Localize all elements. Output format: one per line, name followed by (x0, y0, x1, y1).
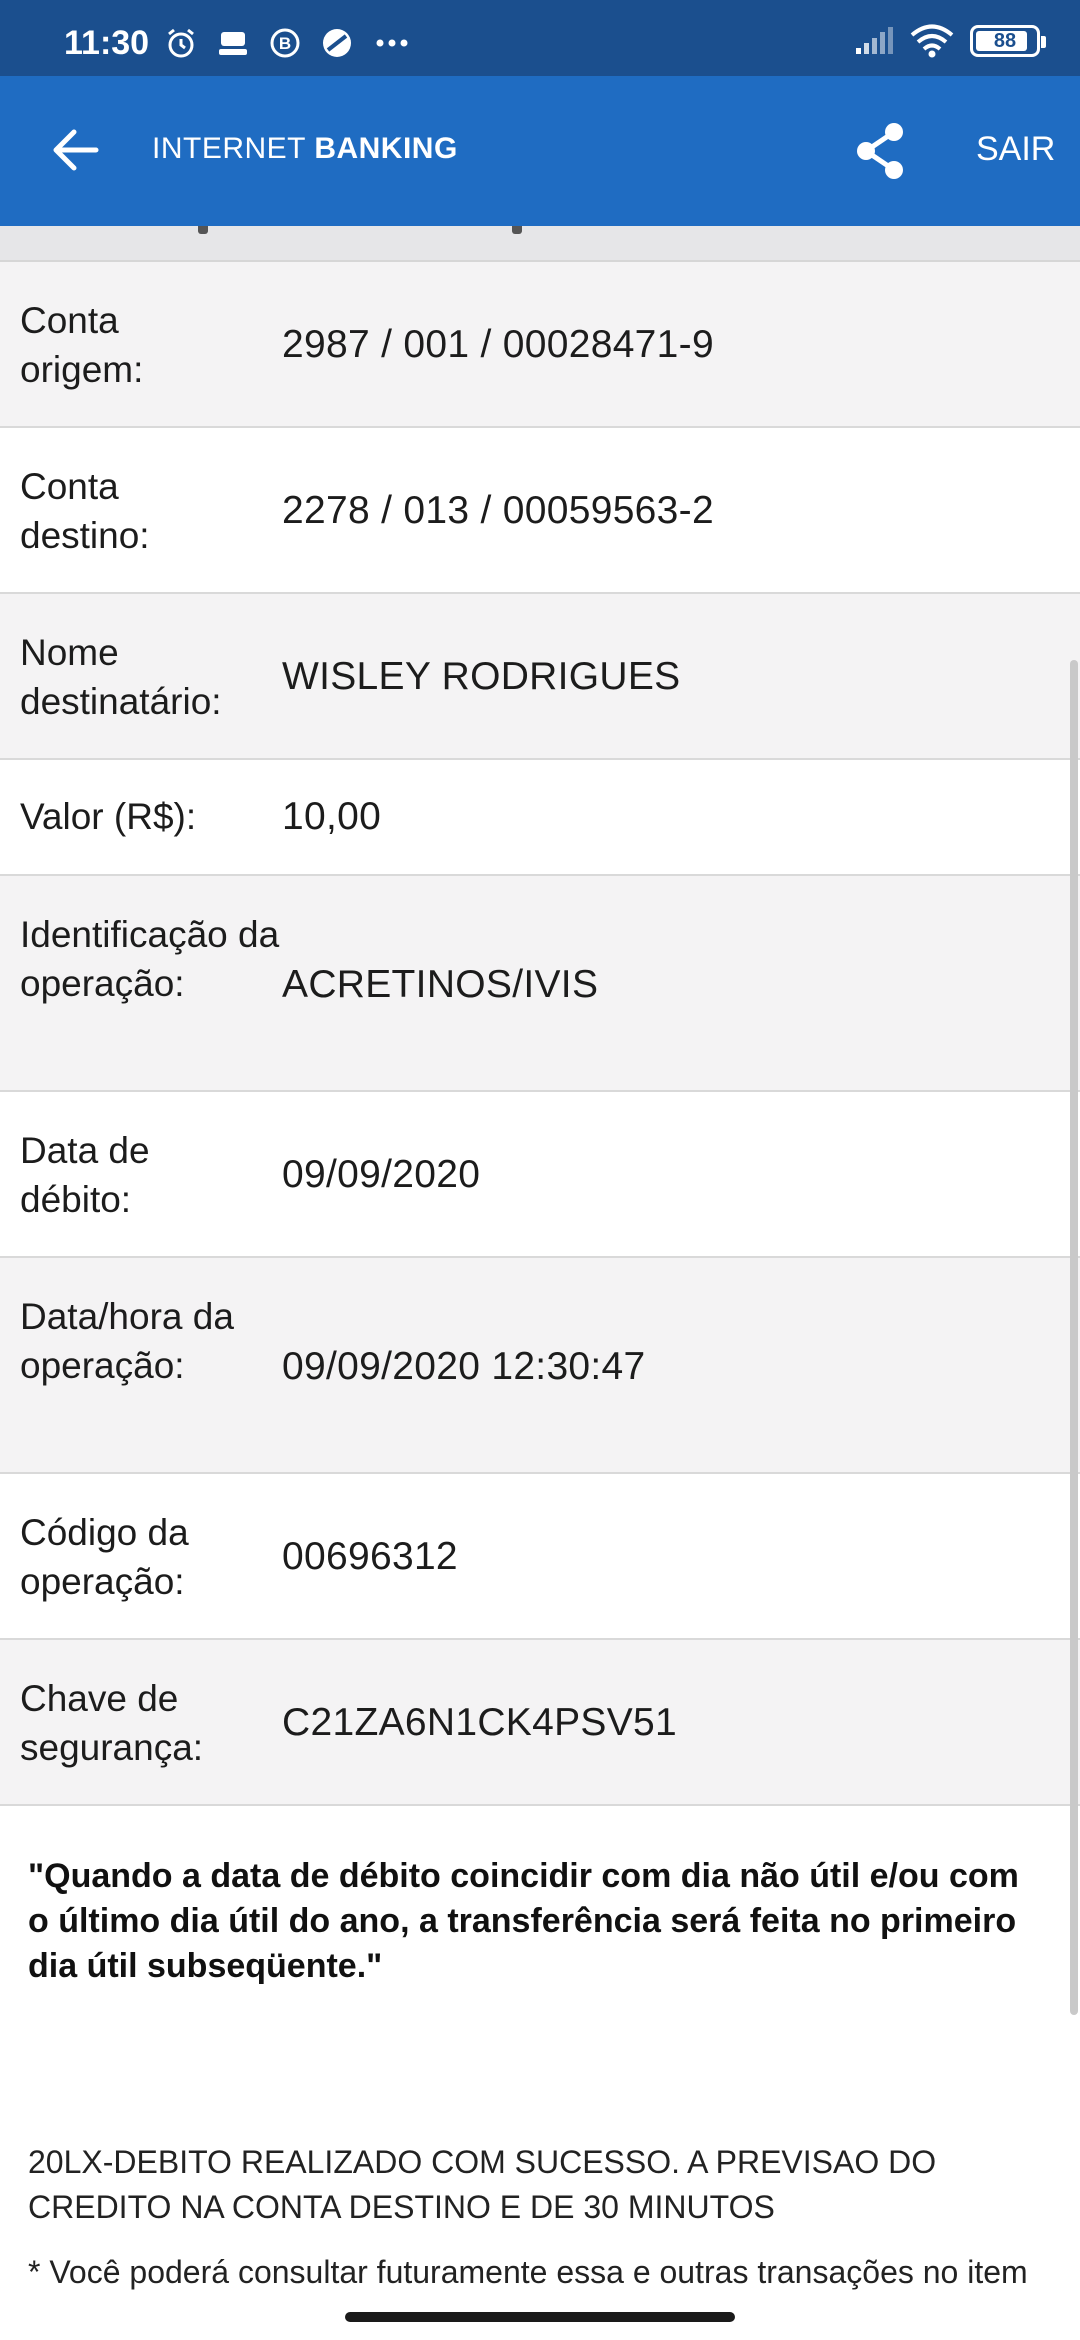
detail-value: 09/09/2020 (282, 1153, 481, 1196)
battery-level: 88 (993, 29, 1017, 52)
detail-row: Nome destinatário: WISLEY RODRIGUES (0, 594, 1080, 760)
detail-label: Nome destinatário: (20, 632, 222, 722)
detail-label: Chave de segurança: (20, 1678, 204, 1768)
detail-row: Identificação da operação: ACRETINOS/IVI… (0, 876, 1080, 1092)
detail-label: Data de débito: (20, 1130, 150, 1220)
b-app-icon: B (270, 28, 300, 58)
detail-value: C21ZA6N1CK4PSV51 (282, 1701, 678, 1744)
detail-value: 09/09/2020 12:30:47 (282, 1345, 646, 1388)
detail-value: ACRETINOS/IVIS (282, 963, 599, 1006)
detail-value: 10,00 (282, 795, 382, 838)
status-bar: 11:30 B 88 (0, 0, 1080, 76)
text-remnant (512, 226, 522, 234)
detail-row: Conta origem: 2987 / 001 / 00028471-9 (0, 262, 1080, 428)
svg-text:B: B (279, 34, 291, 53)
arrow-left-icon (53, 129, 99, 171)
scrollbar[interactable] (1070, 660, 1078, 2015)
detail-value: 2987 / 001 / 00028471-9 (282, 323, 714, 366)
detail-value: WISLEY RODRIGUES (282, 655, 681, 698)
detail-label: Data/hora da operação: (20, 1296, 234, 1386)
app-bar: INTERNET BANKING SAIR (0, 76, 1080, 226)
app-title-bold: BANKING (314, 132, 458, 165)
home-indicator[interactable] (345, 2312, 735, 2322)
status-time: 11:30 (64, 24, 150, 62)
detail-label: Identificação da operação: (20, 914, 280, 1004)
detail-row: Conta destino: 2278 / 013 / 00059563-2 (0, 428, 1080, 594)
detail-row: Data de débito: 09/09/2020 (0, 1092, 1080, 1258)
back-button[interactable] (48, 122, 104, 178)
alarm-icon (168, 28, 194, 58)
notice-text: "Quando a data de débito coincidir com d… (28, 1857, 1019, 1985)
app-title: INTERNET BANKING (152, 132, 458, 166)
detail-row: Data/hora da operação: 09/09/2020 12:30:… (0, 1258, 1080, 1474)
detail-value: 00696312 (282, 1535, 458, 1578)
detail-label: Código da operação: (20, 1512, 189, 1602)
wifi-icon (910, 24, 954, 58)
exit-button[interactable]: SAIR (976, 130, 1055, 169)
app-title-light: INTERNET (152, 132, 306, 165)
detail-value: 2278 / 013 / 00059563-2 (282, 489, 714, 532)
status-icons-left: B (164, 26, 412, 60)
signal-icon (856, 27, 893, 54)
text-remnant (198, 226, 208, 234)
transfer-details: Conta origem: 2987 / 001 / 00028471-9 Co… (0, 262, 1080, 1806)
battery-indicator: 88 (970, 25, 1046, 57)
detail-label: Valor (R$): (20, 796, 197, 837)
detail-row: Valor (R$): 10,00 (0, 760, 1080, 876)
detail-label: Conta destino: (20, 466, 150, 556)
dnd-icon (323, 29, 351, 57)
share-icon (857, 123, 903, 179)
share-button[interactable] (852, 120, 908, 182)
scrolled-header-remnant (0, 226, 1080, 262)
storage-icon (219, 32, 247, 55)
detail-row: Código da operação: 00696312 (0, 1474, 1080, 1640)
detail-label: Conta origem: (20, 300, 144, 390)
more-dots-icon (376, 39, 408, 47)
status-message: 20LX-DEBITO REALIZADO COM SUCESSO. A PRE… (28, 2144, 937, 2225)
status-icons-right: 88 (854, 24, 1046, 58)
detail-row: Chave de segurança: C21ZA6N1CK4PSV51 (0, 1640, 1080, 1806)
footnote: * Você poderá consultar futuramente essa… (28, 2254, 1028, 2290)
